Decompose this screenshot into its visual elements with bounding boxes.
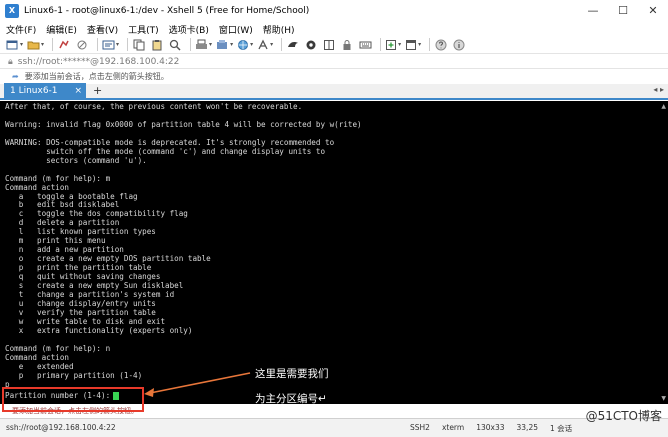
annotation-text-line2: 为主分区编号↵ (255, 393, 327, 405)
xshell-app-icon: X (5, 4, 19, 18)
hint-text: 要添加当前会话，点击左侧的箭头按钮。 (24, 72, 169, 81)
watermark: @51CTO博客 (585, 409, 662, 423)
find-icon[interactable] (168, 38, 182, 52)
print-icon[interactable]: ▾ (195, 38, 212, 52)
toolbar-separator (52, 38, 54, 51)
window-layout-icon[interactable]: ▾ (405, 38, 421, 52)
menu-view[interactable]: 查看(V) (87, 23, 118, 36)
status-size: 130x33 (476, 423, 505, 432)
menu-tools[interactable]: 工具(T) (128, 23, 159, 36)
status-connection: ssh://root@192.168.100.4:22 (6, 423, 116, 432)
disconnect-icon[interactable] (75, 38, 89, 52)
arrow-hint-icon[interactable]: ➦ (12, 72, 19, 81)
font-icon[interactable]: ▾ (257, 38, 273, 52)
open-folder-icon[interactable]: ▾ (27, 38, 44, 52)
terminal-output: After that, of course, the previous cont… (5, 102, 362, 390)
paste-icon[interactable] (150, 38, 164, 52)
tab-close-icon[interactable]: × (74, 86, 82, 96)
toolbar-separator (127, 38, 129, 51)
terminal-line: x extra functionality (experts only) (5, 325, 193, 335)
title-bar: X Linux6-1 - root@linux6-1:/dev - Xshell… (0, 0, 668, 22)
tab-nav-arrows-icon[interactable]: ◂ ▸ (653, 85, 664, 94)
menu-file[interactable]: 文件(F) (6, 23, 36, 36)
window-controls: — ☐ ✕ (578, 0, 668, 22)
copy-icon[interactable] (132, 38, 146, 52)
toolbar: ▾ ▾ ▾ ▾ ▾ ▾ ▾ ▾ ▾ (0, 36, 668, 54)
xmanager-icon[interactable] (304, 38, 318, 52)
terminal-line: After that, of course, the previous cont… (5, 102, 303, 111)
transfer-icon[interactable]: ▾ (216, 38, 233, 52)
status-sessions: 1 会话 (550, 424, 573, 433)
reconnect-icon[interactable] (57, 38, 71, 52)
highlight-box (2, 387, 144, 412)
toolbar-separator (429, 38, 431, 51)
new-session-icon[interactable]: ▾ (6, 38, 23, 52)
properties-icon[interactable]: ▾ (102, 38, 119, 52)
minimize-button[interactable]: — (578, 0, 608, 22)
status-items: SSH2 xterm 130x33 33,25 1 会话 (410, 423, 572, 434)
info-icon[interactable] (452, 38, 466, 52)
scroll-up-icon[interactable]: ▲ (661, 103, 666, 110)
session-hint-bar: ➦ 要添加当前会话，点击左侧的箭头按钮。 (0, 70, 668, 83)
tab-label: 1 Linux6-1 (10, 85, 58, 96)
menu-help[interactable]: 帮助(H) (263, 23, 295, 36)
toolbar-separator (97, 38, 99, 51)
help-icon[interactable] (434, 38, 448, 52)
toolbar-separator (281, 38, 283, 51)
annotation-text-line1: 这里是需要我们 (255, 368, 329, 380)
scroll-down-icon[interactable]: ▼ (661, 395, 666, 402)
menu-window[interactable]: 窗口(W) (219, 23, 253, 36)
lock-icon: 🔒︎ (8, 56, 13, 67)
terminal-line: Warning: invalid flag 0x0000 of partitio… (5, 119, 362, 129)
add-tab-button[interactable]: + (93, 84, 102, 98)
tab-linux6-1[interactable]: 1 Linux6-1 × (4, 83, 86, 98)
terminal-scrollbar[interactable]: ▲ ▼ (658, 101, 668, 404)
terminal-line: sectors (command 'u'). (5, 155, 147, 165)
menu-tabs[interactable]: 选项卡(B) (169, 23, 209, 36)
menu-edit[interactable]: 编辑(E) (46, 23, 77, 36)
xftp-icon[interactable] (286, 38, 300, 52)
menu-bar: 文件(F) 编辑(E) 查看(V) 工具(T) 选项卡(B) 窗口(W) 帮助(… (0, 22, 668, 36)
add-icon[interactable]: ▾ (385, 38, 401, 52)
maximize-button[interactable]: ☐ (608, 0, 638, 22)
toolbar-separator (380, 38, 382, 51)
window-title: Linux6-1 - root@linux6-1:/dev - Xshell 5… (24, 6, 310, 16)
status-protocol: SSH2 (410, 423, 430, 432)
status-terminal-type: xterm (441, 423, 465, 432)
layout-icon[interactable] (322, 38, 336, 52)
globe-icon[interactable]: ▾ (237, 38, 253, 52)
terminal-pane[interactable]: After that, of course, the previous cont… (0, 101, 668, 404)
toolbar-separator (190, 38, 192, 51)
tab-bar: 1 Linux6-1 × + ◂ ▸ (0, 83, 668, 100)
status-cursor-pos: 33,25 (516, 423, 538, 432)
close-button[interactable]: ✕ (638, 0, 668, 22)
status-bar: ssh://root@192.168.100.4:22 SSH2 xterm 1… (0, 418, 668, 437)
keyboard-icon[interactable] (358, 38, 372, 52)
address-bar: 🔒︎ ssh://root:******@192.168.100.4:22 (0, 55, 668, 69)
lock-screen-icon[interactable] (340, 38, 354, 52)
address-input[interactable]: ssh://root:******@192.168.100.4:22 (18, 57, 180, 67)
